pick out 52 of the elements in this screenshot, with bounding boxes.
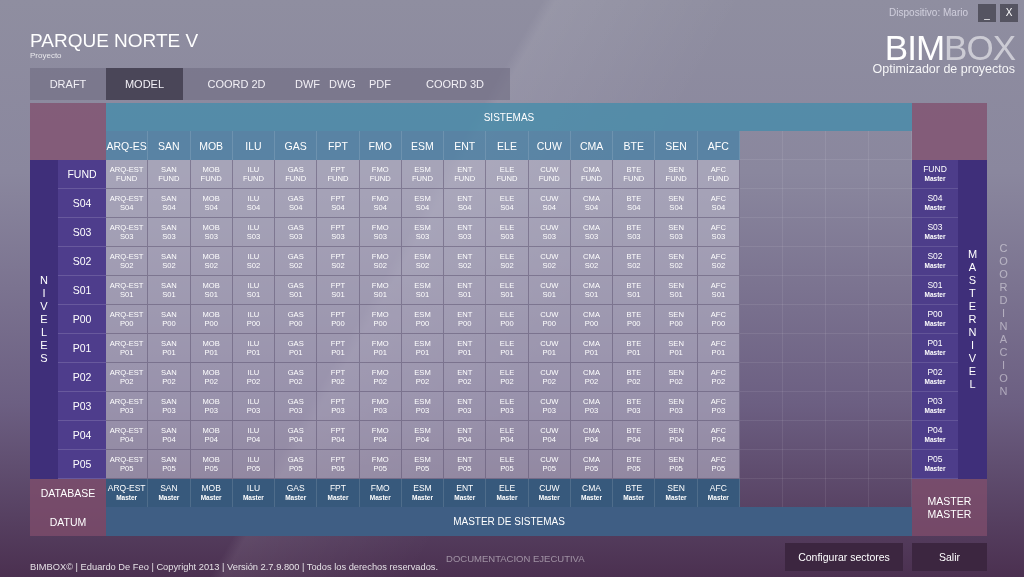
column-header[interactable]: BTE bbox=[613, 131, 656, 160]
vertical-label: MASTER NIVEL bbox=[958, 160, 987, 479]
column-header[interactable]: FMO bbox=[359, 131, 402, 160]
row-header[interactable]: FUND bbox=[58, 160, 106, 189]
column-header[interactable]: GAS bbox=[275, 131, 318, 160]
column-header[interactable]: ARQ-ES bbox=[106, 131, 149, 160]
section-header: SISTEMAS bbox=[106, 103, 912, 131]
tab[interactable]: DRAFT bbox=[30, 68, 106, 100]
exit-button[interactable]: Salir bbox=[912, 543, 987, 571]
row-header[interactable]: S01 bbox=[58, 276, 106, 305]
tab[interactable]: MODEL bbox=[106, 68, 183, 100]
column-header[interactable]: AFC bbox=[697, 131, 740, 160]
grid-cell[interactable]: MASTER MASTER bbox=[912, 479, 987, 536]
vertical-label: NIVELES bbox=[30, 160, 58, 479]
project-subtitle: Proyecto bbox=[30, 51, 63, 60]
row-header[interactable]: P02 bbox=[58, 363, 106, 392]
logo-wordmark: BIMBOX bbox=[884, 32, 1015, 63]
column-header[interactable]: SAN bbox=[148, 131, 191, 160]
row-header[interactable]: DATABASE bbox=[30, 479, 106, 507]
row-header[interactable]: P04 bbox=[58, 421, 106, 450]
minimize-button[interactable]: _ bbox=[978, 3, 996, 22]
row-header[interactable]: P01 bbox=[58, 334, 106, 363]
column-header[interactable]: MOB bbox=[190, 131, 233, 160]
column-header[interactable]: ELE bbox=[486, 131, 529, 160]
tab[interactable]: COORD 2D bbox=[183, 68, 290, 100]
tab[interactable]: DWF bbox=[290, 68, 325, 100]
column-header[interactable]: CMA bbox=[570, 131, 614, 160]
tab[interactable]: COORD 3D bbox=[400, 68, 510, 100]
device-label: Dispositivo: Mario bbox=[889, 7, 968, 18]
column-header[interactable]: FPT bbox=[317, 131, 360, 160]
project-title: PARQUE NORTE V bbox=[30, 31, 199, 51]
column-header[interactable]: CUW bbox=[528, 131, 571, 160]
grid-cell[interactable]: MASTER DE SISTEMAS bbox=[106, 507, 912, 536]
column-header[interactable]: ENT bbox=[444, 131, 487, 160]
vertical-label: COORDINACION bbox=[998, 240, 1009, 399]
row-header[interactable]: P00 bbox=[58, 305, 106, 334]
row-header[interactable]: P03 bbox=[58, 392, 106, 421]
tab[interactable]: PDF bbox=[360, 68, 400, 100]
row-header[interactable]: P05 bbox=[58, 450, 106, 479]
column-header[interactable]: ILU bbox=[232, 131, 276, 160]
row-header[interactable]: DATUM bbox=[30, 507, 106, 536]
tab[interactable]: DWG bbox=[325, 68, 360, 100]
logo-tagline: Optimizador de proyectos bbox=[872, 63, 1015, 76]
row-header[interactable]: S02 bbox=[58, 247, 106, 276]
row-header[interactable]: S03 bbox=[58, 218, 106, 247]
close-button[interactable]: X bbox=[1000, 3, 1018, 22]
row-header[interactable]: S04 bbox=[58, 189, 106, 218]
configure-button[interactable]: Configurar sectores bbox=[785, 543, 903, 571]
column-header[interactable]: SEN bbox=[655, 131, 698, 160]
column-header[interactable]: ESM bbox=[401, 131, 445, 160]
copyright-text: BIMBOX© | Eduardo De Feo | Copyright 2013 | Versión 2.7.9.800 | Todos los derechos reservados. bbox=[30, 562, 439, 572]
section-label: DOCUMENTACION EJECUTIVA bbox=[446, 553, 585, 564]
